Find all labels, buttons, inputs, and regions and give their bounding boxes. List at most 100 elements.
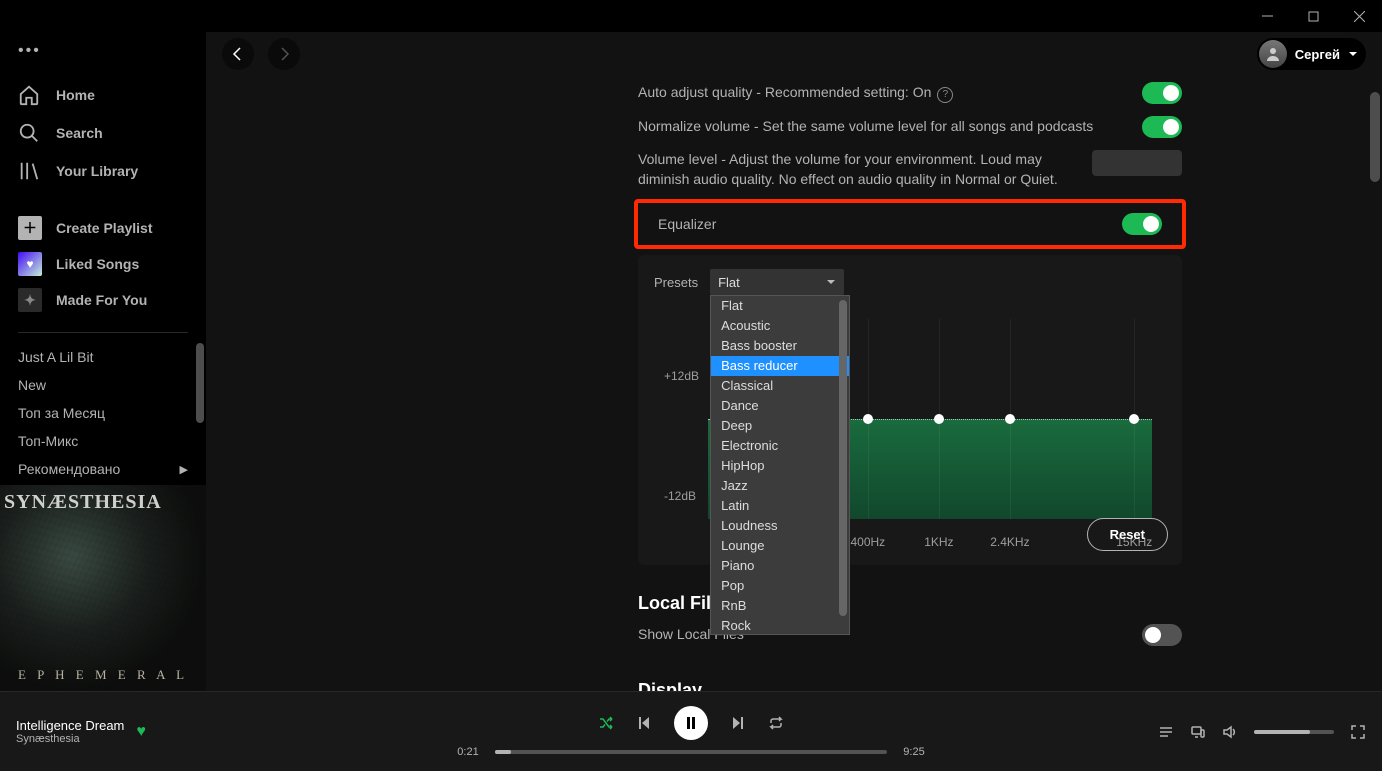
preset-option[interactable]: Loudness [711, 516, 849, 536]
album-art-title: SYNÆSTHESIA [4, 491, 202, 514]
nav-home[interactable]: Home [0, 76, 206, 114]
window-close[interactable] [1336, 0, 1382, 32]
playlist-item[interactable]: Топ за Месяц [0, 399, 206, 427]
main-content: Сергей Auto adjust quality - Recommended… [206, 32, 1382, 691]
info-icon[interactable]: ? [937, 87, 953, 103]
preset-option[interactable]: Bass reducer [711, 356, 849, 376]
volume-button[interactable] [1222, 724, 1238, 740]
toggle-normalize[interactable] [1142, 116, 1182, 138]
setting-normalize: Normalize volume - Set the same volume l… [238, 110, 1382, 144]
now-playing-track[interactable]: Intelligence Dream [16, 718, 124, 733]
preset-option[interactable]: Pop [711, 576, 849, 596]
toggle-auto-quality[interactable] [1142, 82, 1182, 104]
next-button[interactable] [730, 715, 746, 731]
toggle-equalizer[interactable] [1122, 213, 1162, 235]
setting-label: Auto adjust quality - Recommended settin… [638, 84, 931, 100]
like-button[interactable]: ♥ [136, 723, 146, 741]
liked-songs[interactable]: ♥Liked Songs [0, 246, 206, 282]
repeat-button[interactable] [768, 715, 784, 731]
x-axis-label: 400Hz [850, 535, 885, 549]
preset-option[interactable]: Rock [711, 616, 849, 635]
dropdown-scrollbar[interactable] [839, 300, 847, 616]
nav-library[interactable]: Your Library [0, 152, 206, 190]
chevron-down-icon [826, 277, 836, 287]
eq-band-handle[interactable] [863, 414, 873, 424]
playlist-item[interactable]: Топ-Микс [0, 427, 206, 455]
preset-option[interactable]: Classical [711, 376, 849, 396]
preset-option[interactable]: Electronic [711, 436, 849, 456]
user-menu[interactable]: Сергей [1257, 38, 1366, 70]
preset-option[interactable]: Deep [711, 416, 849, 436]
sparkle-icon: ✦ [18, 288, 42, 312]
library-icon [18, 160, 40, 182]
quick-label: Made For You [56, 292, 147, 308]
create-playlist[interactable]: ＋Create Playlist [0, 210, 206, 246]
prev-button[interactable] [636, 715, 652, 731]
quick-label: Create Playlist [56, 220, 153, 236]
eq-band-handle[interactable] [934, 414, 944, 424]
nav-back-button[interactable] [222, 38, 254, 70]
setting-equalizer-row: Equalizer [634, 199, 1186, 249]
setting-volume-level: Volume level - Adjust the volume for you… [238, 144, 1382, 195]
playlist-item[interactable]: Рекомендовано▶ [0, 455, 206, 483]
preset-option[interactable]: Acoustic [711, 316, 849, 336]
setting-auto-quality: Auto adjust quality - Recommended settin… [238, 76, 1382, 110]
setting-label: Equalizer [658, 216, 1122, 232]
playlist-item[interactable]: New [0, 371, 206, 399]
time-elapsed: 0:21 [451, 746, 485, 758]
main-scrollbar[interactable] [1370, 92, 1380, 182]
equalizer-panel: Presets Flat FlatAcousticBass boosterBas… [638, 255, 1182, 565]
x-axis-label: 1KHz [924, 535, 953, 549]
made-for-you[interactable]: ✦ Made For You [0, 282, 206, 318]
volume-level-select[interactable] [1092, 150, 1182, 176]
preset-option[interactable]: Piano [711, 556, 849, 576]
preset-option[interactable]: Jazz [711, 476, 849, 496]
presets-dropdown: FlatAcousticBass boosterBass reducerClas… [710, 295, 850, 635]
x-axis-label: 2.4KHz [990, 535, 1029, 549]
play-pause-button[interactable] [674, 706, 708, 740]
search-icon [18, 122, 40, 144]
time-total: 9:25 [897, 746, 931, 758]
toggle-local-files[interactable] [1142, 624, 1182, 646]
chevron-right-icon: ▶ [180, 463, 188, 476]
divider [18, 332, 188, 333]
player-bar: Intelligence Dream Synæsthesia ♥ 0:21 9:… [0, 691, 1382, 771]
eq-band-handle[interactable] [1129, 414, 1139, 424]
album-art[interactable]: SYNÆSTHESIA E P H E M E R A L [0, 485, 206, 691]
now-playing-artist[interactable]: Synæsthesia [16, 733, 124, 745]
reset-button[interactable]: Reset [1087, 518, 1168, 551]
preset-option[interactable]: RnB [711, 596, 849, 616]
preset-option[interactable]: Latin [711, 496, 849, 516]
devices-button[interactable] [1190, 724, 1206, 740]
avatar [1259, 40, 1287, 68]
username: Сергей [1295, 47, 1340, 62]
sidebar-scrollbar[interactable] [196, 343, 204, 423]
nav-label: Home [56, 87, 95, 103]
presets-selected-value: Flat [718, 275, 740, 290]
section-heading-display: Display [638, 680, 1182, 691]
presets-label: Presets [654, 275, 698, 290]
nav-search[interactable]: Search [0, 114, 206, 152]
preset-option[interactable]: Flat [711, 296, 849, 316]
setting-label: Volume level - Adjust the volume for you… [638, 150, 1072, 189]
preset-option[interactable]: Bass booster [711, 336, 849, 356]
window-minimize[interactable] [1244, 0, 1290, 32]
app-menu-icon[interactable]: ••• [0, 36, 206, 66]
playlist-item[interactable]: Just A Lil Bit [0, 343, 206, 371]
presets-select[interactable]: Flat [710, 269, 844, 295]
eq-band-handle[interactable] [1005, 414, 1015, 424]
setting-label: Normalize volume - Set the same volume l… [638, 117, 1122, 137]
fullscreen-button[interactable] [1350, 724, 1366, 740]
nav-forward-button[interactable] [268, 38, 300, 70]
album-art-subtitle: E P H E M E R A L [0, 667, 206, 683]
nav-label: Your Library [56, 163, 138, 179]
queue-button[interactable] [1158, 724, 1174, 740]
preset-option[interactable]: Lounge [711, 536, 849, 556]
preset-option[interactable]: HipHop [711, 456, 849, 476]
shuffle-button[interactable] [598, 715, 614, 731]
quick-label: Liked Songs [56, 256, 139, 272]
window-maximize[interactable] [1290, 0, 1336, 32]
preset-option[interactable]: Dance [711, 396, 849, 416]
progress-bar[interactable] [495, 750, 887, 754]
volume-slider[interactable] [1254, 730, 1334, 734]
